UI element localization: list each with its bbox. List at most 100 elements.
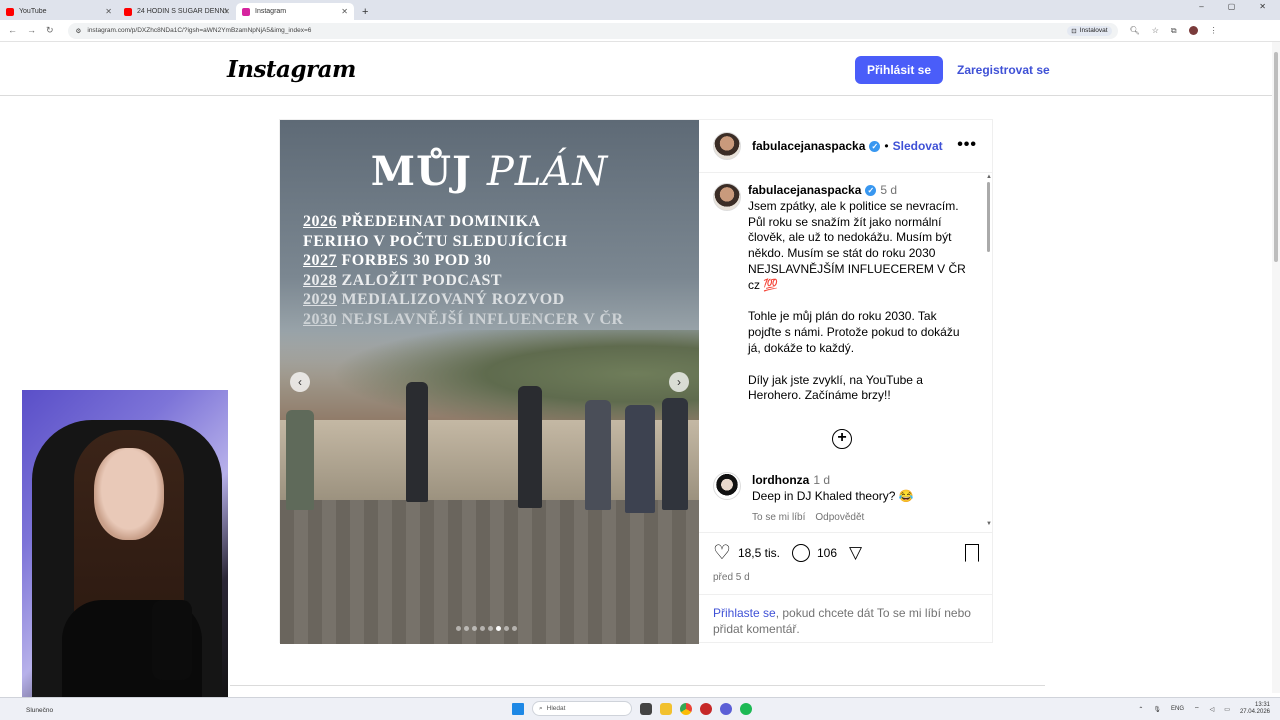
reload-icon[interactable]: ↻	[46, 25, 54, 36]
maximize-icon[interactable]: ▢	[1228, 2, 1236, 11]
prev-slide-button[interactable]: ‹	[290, 372, 310, 392]
share-icon[interactable]: ▽	[849, 543, 862, 563]
battery-icon[interactable]: ▭	[1224, 706, 1230, 713]
image-title: MŮJ PLÁN	[280, 148, 699, 195]
microphone	[152, 600, 192, 680]
verified-icon: ✓	[865, 185, 877, 197]
comments-scrollbar[interactable]: ▲ ▼	[986, 174, 992, 529]
close-icon[interactable]: ✕	[105, 7, 112, 16]
author-avatar[interactable]	[713, 132, 741, 160]
windows-start-icon[interactable]	[512, 702, 524, 715]
more-options-icon[interactable]: •••	[957, 136, 977, 154]
login-button[interactable]: Přihlásit se	[855, 56, 943, 84]
load-more-comments-icon[interactable]: +	[832, 429, 852, 449]
discord-icon[interactable]	[720, 702, 732, 715]
profile-avatar[interactable]	[1188, 26, 1198, 35]
scroll-up-icon[interactable]: ▲	[986, 174, 992, 180]
like-heart-icon[interactable]: ♡	[713, 543, 731, 563]
menu-icon[interactable]: ⋮	[1210, 26, 1218, 35]
tab-instagram[interactable]: Instagram ✕	[236, 3, 354, 20]
tab-title: YouTube	[19, 8, 47, 15]
close-icon[interactable]: ✕	[341, 7, 348, 16]
clock[interactable]: 13:31 27.04.2026	[1240, 702, 1270, 716]
chrome-icon[interactable]	[680, 702, 692, 715]
plan-list: 2026 PŘEDEHNAT DOMINIKA FERIHO V POČTU S…	[303, 212, 624, 329]
search-placeholder: Hledat	[546, 705, 566, 712]
taskbar-search[interactable]: ⌕ Hledat	[532, 701, 632, 716]
scroll-thumb[interactable]	[987, 182, 990, 252]
slide-dot[interactable]	[456, 626, 461, 631]
plan-line: 2026 PŘEDEHNAT DOMINIKA	[303, 212, 624, 232]
search-icon: ⌕	[539, 704, 543, 712]
page-scrollbar[interactable]	[1272, 42, 1280, 693]
volume-icon[interactable]: ◁	[1210, 706, 1215, 713]
like-count[interactable]: 18,5 tis.	[738, 546, 780, 560]
forward-icon[interactable]: →	[27, 25, 36, 36]
close-window-icon[interactable]: ✕	[1259, 2, 1266, 11]
language-indicator[interactable]: ENG	[1171, 706, 1184, 712]
comment-like-button[interactable]: To se mi líbí	[752, 512, 805, 523]
back-icon[interactable]: ←	[8, 25, 17, 36]
commenter-username[interactable]: lordhonza	[752, 473, 809, 487]
caption-time: 5 d	[880, 183, 898, 197]
zoom-icon[interactable]: 🔍︎	[1130, 26, 1140, 35]
time: 13:31	[1254, 702, 1270, 708]
slide-dot[interactable]	[496, 626, 501, 631]
separator-dot: •	[884, 139, 889, 153]
plan-text: MEDIALIZOVANÝ ROZVOD	[337, 291, 565, 308]
instagram-header: Instagram Přihlásit se Zaregistrovat se	[0, 42, 1272, 96]
tab-youtube[interactable]: YouTube ✕	[0, 3, 118, 20]
new-tab-button[interactable]: +	[354, 3, 376, 20]
wifi-icon[interactable]: ⌔	[1194, 705, 1200, 713]
spotify-icon[interactable]	[740, 702, 752, 715]
image-title-a: MŮJ	[370, 148, 472, 195]
bookmark-star-icon[interactable]: ☆	[1152, 26, 1159, 35]
author-avatar[interactable]	[713, 183, 741, 211]
tab-video[interactable]: 24 HODIN S SUGAR DENNY | # ✕	[118, 3, 236, 20]
task-view-icon[interactable]	[640, 702, 652, 715]
install-button[interactable]: ⊡ Instalovat	[1067, 25, 1112, 36]
bookmark-icon[interactable]	[965, 544, 979, 562]
site-info-icon[interactable]: ⚙	[76, 27, 82, 35]
login-prompt: Přihlaste se, pokud chcete dát To se mi …	[699, 594, 993, 644]
person-figure	[518, 386, 542, 508]
comment-icon[interactable]	[791, 543, 810, 562]
login-prompt-link[interactable]: Přihlaste se	[713, 606, 776, 620]
close-icon[interactable]: ✕	[223, 7, 230, 16]
slide-dot[interactable]	[464, 626, 469, 631]
slide-dot[interactable]	[480, 626, 485, 631]
post-image[interactable]: MŮJ PLÁN 2026 PŘEDEHNAT DOMINIKA FERIHO …	[280, 120, 699, 644]
plan-text: FORBES 30 POD 30	[337, 252, 492, 269]
youtube-icon	[124, 7, 132, 16]
follow-button[interactable]: Sledovat	[893, 139, 943, 153]
slide-dot[interactable]	[488, 626, 493, 631]
author-username[interactable]: fabulacejanaspacka ✓	[752, 139, 881, 153]
file-explorer-icon[interactable]	[660, 702, 672, 715]
plan-line: 2030 NEJSLAVNĚJŠÍ INFLUENCER V ČR	[303, 310, 624, 330]
weather-widget[interactable]: Slunečno	[26, 707, 53, 714]
commenter-avatar[interactable]	[713, 472, 741, 500]
comments-area[interactable]: fabulacejanaspacka ✓ 5 d Jsem zpátky, ale …	[699, 173, 993, 532]
comment-reply-button[interactable]: Odpovědět	[815, 512, 864, 523]
minimize-icon[interactable]: –	[1199, 2, 1203, 11]
url-field[interactable]: ⚙ instagram.com/p/DXZhc8NDa1C/?igsh=aWN2…	[67, 22, 1118, 39]
register-link[interactable]: Zaregistrovat se	[957, 63, 1050, 77]
caption-author[interactable]: fabulacejanaspacka	[748, 183, 861, 197]
extensions-icon[interactable]: ⧉	[1171, 26, 1177, 36]
webcam-overlay	[22, 390, 228, 706]
instagram-logo[interactable]: Instagram	[227, 56, 356, 83]
app-icon[interactable]	[700, 702, 712, 715]
address-bar: ← → ↻ ⚙ instagram.com/p/DXZhc8NDa1C/?igs…	[0, 20, 1280, 42]
mic-icon[interactable]: 🎙︎	[1153, 706, 1161, 713]
scroll-down-icon[interactable]: ▼	[986, 521, 992, 527]
verified-icon: ✓	[869, 141, 881, 153]
slide-dot[interactable]	[472, 626, 477, 631]
caption-header: fabulacejanaspacka ✓ 5 d	[748, 183, 973, 199]
cobblestone	[280, 500, 699, 644]
chevron-up-icon[interactable]: ⌃	[1138, 706, 1143, 713]
page-scroll-thumb[interactable]	[1274, 52, 1278, 262]
plan-line: FERIHO V POČTU SLEDUJÍCÍCH	[303, 232, 624, 252]
next-slide-button[interactable]: ›	[669, 372, 689, 392]
slide-dot[interactable]	[504, 626, 509, 631]
slide-dot[interactable]	[512, 626, 517, 631]
